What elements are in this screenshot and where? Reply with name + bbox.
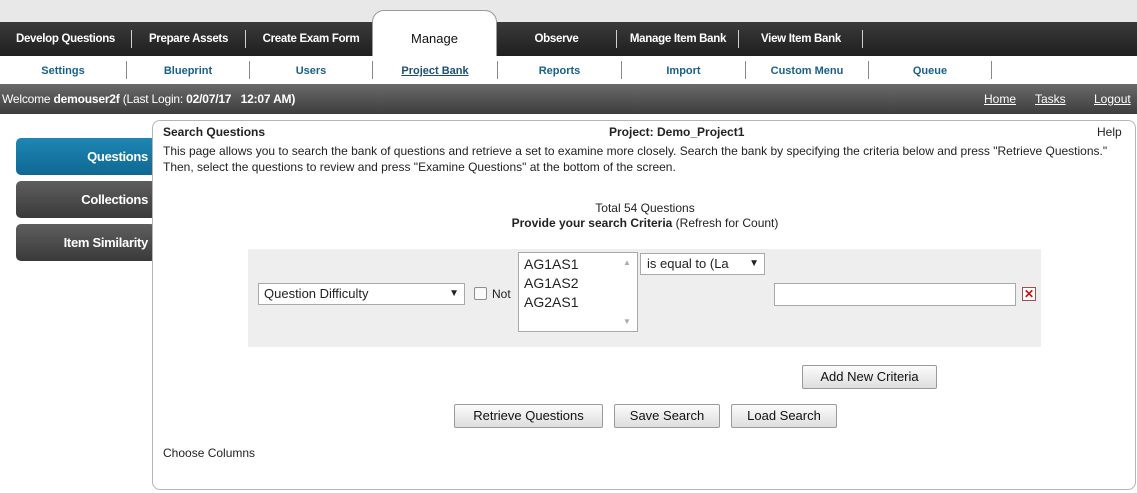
welcome-prefix: Welcome	[2, 92, 51, 106]
tab-view-item-bank[interactable]: View Item Bank	[740, 30, 863, 48]
sub-divider	[991, 61, 992, 79]
tab-create-exam-form[interactable]: Create Exam Form	[250, 30, 372, 48]
tab-develop-questions[interactable]: Develop Questions	[0, 30, 132, 48]
welcome-bar: Welcome demouser2f (Last Login: 02/07/17…	[0, 84, 1137, 114]
load-search-button[interactable]: Load Search	[731, 404, 837, 428]
tab-manage-item-bank[interactable]: Manage Item Bank	[618, 30, 739, 48]
criteria-field-select[interactable]: Question Difficulty ▼	[258, 283, 465, 305]
total-questions: Total 54 Questions	[595, 201, 695, 215]
last-login-time: 02/07/17 12:07 AM)	[186, 92, 296, 106]
choose-columns-link[interactable]: Choose Columns	[163, 446, 255, 460]
scroll-down-icon[interactable]: ▼	[623, 317, 631, 326]
criteria-prompt-note: (Refresh for Count)	[672, 216, 779, 230]
criteria-prompt-bold: Provide your search Criteria	[511, 216, 673, 230]
list-item[interactable]: AG1AS2	[524, 274, 578, 293]
retrieve-questions-button[interactable]: Retrieve Questions	[454, 404, 603, 428]
username: demouser2f	[53, 92, 120, 106]
scroll-up-icon[interactable]: ▲	[623, 258, 631, 267]
subtab-queue[interactable]: Queue	[869, 63, 991, 79]
tab-observe[interactable]: Observe	[497, 30, 617, 48]
subtab-settings[interactable]: Settings	[0, 63, 126, 79]
criteria-field-value: Question Difficulty	[264, 286, 369, 301]
subtab-import[interactable]: Import	[622, 63, 745, 79]
criteria-prompt: Provide your search Criteria (Refresh fo…	[0, 216, 1137, 230]
top-strip	[0, 0, 1137, 22]
subtab-reports[interactable]: Reports	[498, 63, 621, 79]
logout-link[interactable]: Logout	[1094, 84, 1131, 114]
save-search-button[interactable]: Save Search	[614, 404, 720, 428]
dropdown-arrow-icon: ▼	[749, 258, 759, 269]
project-title: Project: Demo_Project1	[609, 125, 745, 139]
tab-prepare-assets[interactable]: Prepare Assets	[132, 30, 246, 48]
subtab-project-bank[interactable]: Project Bank	[373, 63, 497, 79]
home-link[interactable]: Home	[984, 84, 1016, 114]
welcome-message: Welcome demouser2f (Last Login: 02/07/17…	[2, 84, 295, 114]
subtab-blueprint[interactable]: Blueprint	[127, 63, 249, 79]
tasks-link[interactable]: Tasks	[1035, 84, 1066, 114]
criteria-value-input[interactable]	[774, 283, 1016, 306]
sidebar-item-questions[interactable]: Questions	[16, 138, 156, 175]
list-item[interactable]: AG1AS1	[524, 255, 578, 274]
last-login-label: (Last Login:	[122, 92, 184, 106]
subtab-users[interactable]: Users	[250, 63, 372, 79]
operator-value: is equal to (La	[647, 256, 729, 271]
help-link[interactable]: Help	[1097, 125, 1122, 139]
tab-manage[interactable]: Manage	[372, 10, 497, 56]
page-description: This page allows you to search the bank …	[163, 144, 1108, 174]
criteria-values-listbox[interactable]: AG1AS1 AG1AS2 AG2AS1	[518, 252, 638, 332]
page-title: Search Questions	[163, 125, 266, 139]
not-checkbox[interactable]	[474, 287, 487, 300]
add-new-criteria-button[interactable]: Add New Criteria	[802, 365, 937, 389]
list-item[interactable]: AG2AS1	[524, 293, 578, 312]
dropdown-arrow-icon: ▼	[449, 288, 459, 299]
remove-criteria-icon[interactable]: ✕	[1022, 287, 1036, 301]
subtab-custom-menu[interactable]: Custom Menu	[746, 63, 868, 79]
operator-select[interactable]: is equal to (La ▼	[640, 253, 765, 275]
not-label: Not	[492, 287, 511, 301]
